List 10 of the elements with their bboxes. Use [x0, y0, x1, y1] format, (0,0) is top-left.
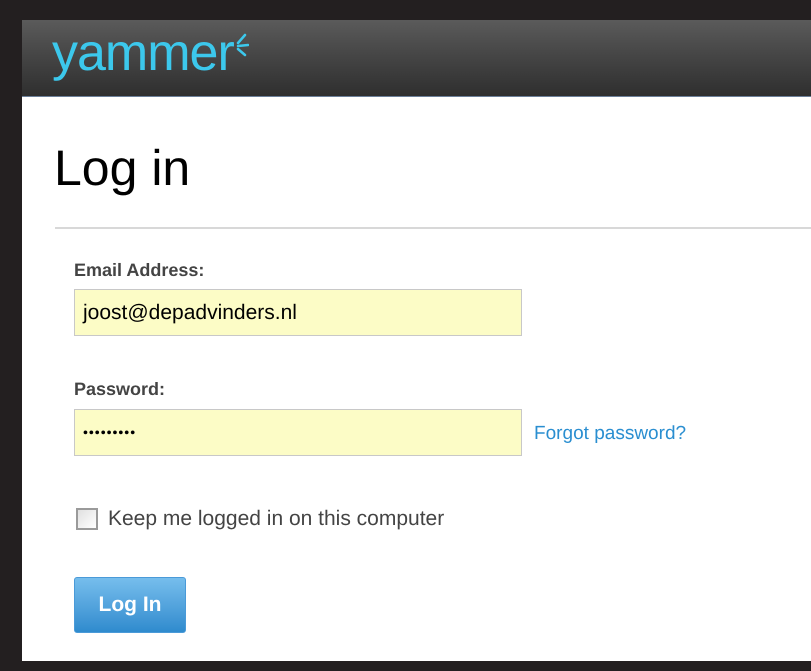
logo-text: yammer [52, 27, 234, 79]
remember-label: Keep me logged in on this computer [108, 506, 444, 532]
password-field[interactable]: ••••••••• [74, 409, 522, 456]
remember-checkbox[interactable] [76, 508, 98, 530]
email-label: Email Address: [74, 259, 206, 282]
page-title: Log in [54, 143, 192, 193]
email-field[interactable]: joost@depadvinders.nl [74, 289, 522, 336]
password-label: Password: [74, 378, 166, 401]
logo-burst-icon [234, 33, 249, 57]
forgot-password-link[interactable]: Forgot password? [534, 420, 686, 449]
